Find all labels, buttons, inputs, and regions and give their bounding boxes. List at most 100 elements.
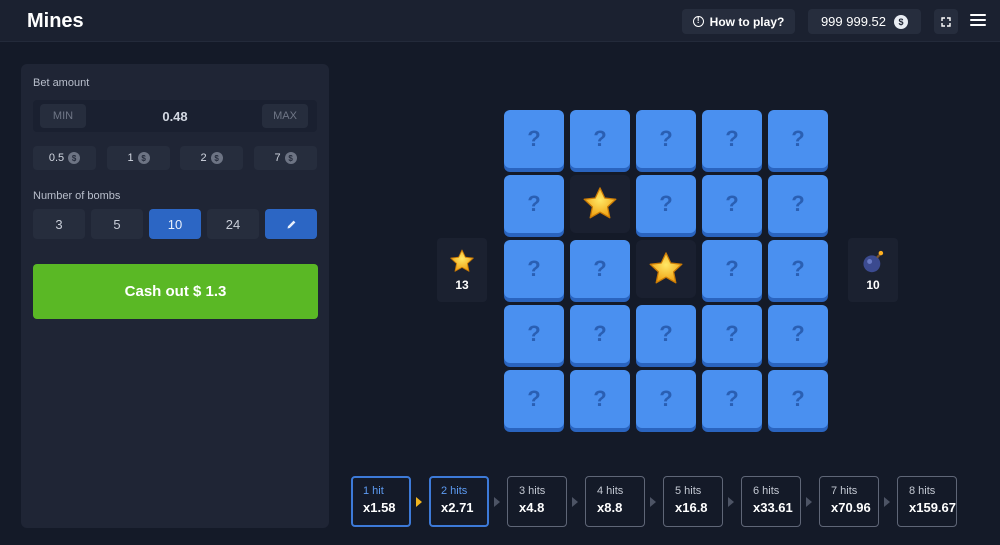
step-arrow-icon xyxy=(806,497,812,507)
hidden-tile[interactable]: ? xyxy=(636,110,696,168)
question-mark: ? xyxy=(593,256,607,281)
hidden-tile[interactable]: ? xyxy=(504,240,564,298)
hits-label: 2 hits xyxy=(441,485,468,497)
hidden-tile[interactable]: ? xyxy=(768,240,828,298)
step-arrow-icon xyxy=(728,497,734,507)
chip-7[interactable]: 7 $ xyxy=(254,146,317,170)
question-mark: ? xyxy=(725,386,739,411)
hits-label: 6 hits xyxy=(753,485,780,497)
hidden-tile[interactable]: ? xyxy=(768,175,828,233)
multiplier-value: x16.8 xyxy=(675,500,708,515)
hidden-tile[interactable]: ? xyxy=(768,305,828,363)
hidden-tile[interactable]: ? xyxy=(504,305,564,363)
fullscreen-button[interactable] xyxy=(934,9,958,34)
multiplier-value: x4.8 xyxy=(519,500,545,515)
custom-bombs-button[interactable] xyxy=(265,209,317,239)
question-mark: ? xyxy=(725,126,739,151)
hidden-tile[interactable]: ? xyxy=(768,110,828,168)
multiplier-step: 3 hits x4.8 xyxy=(507,476,567,527)
question-mark: ? xyxy=(593,321,607,346)
bombs-option-10[interactable]: 10 xyxy=(149,209,201,239)
question-mark: ? xyxy=(527,126,541,151)
chip-1[interactable]: 1 $ xyxy=(107,146,170,170)
hidden-tile[interactable]: ? xyxy=(702,240,762,298)
hits-label: 1 hit xyxy=(363,485,384,497)
app-title: Mines xyxy=(27,10,84,32)
hidden-tile[interactable]: ? xyxy=(636,175,696,233)
hidden-tile[interactable]: ? xyxy=(636,370,696,428)
hidden-tile[interactable]: ? xyxy=(504,175,564,233)
min-bet-button[interactable]: MIN xyxy=(40,104,86,128)
step-arrow-icon xyxy=(416,497,422,507)
bombs-option-5[interactable]: 5 xyxy=(91,209,143,239)
hits-label: 3 hits xyxy=(519,485,546,497)
hidden-tile[interactable]: ? xyxy=(570,305,630,363)
bombs-total-count: 10 xyxy=(866,278,880,292)
multiplier-value: x8.8 xyxy=(597,500,623,515)
bombs-option-3[interactable]: 3 xyxy=(33,209,85,239)
hidden-tile[interactable]: ? xyxy=(504,370,564,428)
multiplier-value: x2.71 xyxy=(441,500,474,515)
max-bet-button[interactable]: MAX xyxy=(262,104,308,128)
question-mark: ? xyxy=(659,386,673,411)
question-mark: ? xyxy=(659,321,673,346)
step-arrow-icon xyxy=(572,497,578,507)
multiplier-value: x1.58 xyxy=(363,500,396,515)
question-mark: ? xyxy=(593,386,607,411)
hidden-tile[interactable]: ? xyxy=(570,110,630,168)
multiplier-step: 2 hits x2.71 xyxy=(429,476,489,527)
star-icon xyxy=(581,185,619,223)
hamburger-menu-icon[interactable] xyxy=(970,12,986,28)
dollar-coin-icon: $ xyxy=(894,14,909,29)
revealed-star-tile[interactable] xyxy=(570,175,630,233)
bombs-option-24[interactable]: 24 xyxy=(207,209,259,239)
bomb-icon xyxy=(863,250,884,273)
question-mark: ? xyxy=(725,321,739,346)
hidden-tile[interactable]: ? xyxy=(702,370,762,428)
chip-0-5[interactable]: 0.5 $ xyxy=(33,146,96,170)
step-arrow-icon xyxy=(650,497,656,507)
hits-label: 5 hits xyxy=(675,485,702,497)
hidden-tile[interactable]: ? xyxy=(504,110,564,168)
how-to-play-label: How to play? xyxy=(709,14,785,29)
hidden-tile[interactable]: ? xyxy=(702,110,762,168)
star-icon xyxy=(450,249,474,272)
bet-amount-value[interactable]: 0.48 xyxy=(129,100,221,132)
number-of-bombs-label: Number of bombs xyxy=(33,190,121,202)
chip-label: 0.5 xyxy=(48,152,65,164)
how-to-play-button[interactable]: ! How to play? xyxy=(682,9,795,34)
chip-label: 7 xyxy=(274,152,281,164)
hidden-tile[interactable]: ? xyxy=(702,175,762,233)
coin-icon: $ xyxy=(284,152,297,164)
info-icon: ! xyxy=(692,16,704,27)
chip-2[interactable]: 2 $ xyxy=(180,146,243,170)
bombs-total: 10 xyxy=(848,238,898,302)
question-mark: ? xyxy=(725,191,739,216)
multiplier-value: x33.61 xyxy=(753,500,793,515)
question-mark: ? xyxy=(527,386,541,411)
top-bar: Mines ! How to play? 999 999.52 $ xyxy=(0,0,1000,42)
pencil-icon xyxy=(287,220,295,228)
multiplier-step: 7 hits x70.96 xyxy=(819,476,879,527)
hidden-tile[interactable]: ? xyxy=(570,370,630,428)
bet-amount-label: Bet amount xyxy=(33,77,90,89)
bet-amount-input: MIN 0.48 MAX xyxy=(33,100,317,132)
question-mark: ? xyxy=(791,321,805,346)
hidden-tile[interactable]: ? xyxy=(636,305,696,363)
hidden-tile[interactable]: ? xyxy=(570,240,630,298)
hidden-tile[interactable]: ? xyxy=(702,305,762,363)
cash-out-button[interactable]: Cash out $ 1.3 xyxy=(33,264,318,319)
question-mark: ? xyxy=(527,191,541,216)
revealed-star-tile[interactable] xyxy=(636,240,696,298)
star-icon xyxy=(647,250,685,288)
hidden-tile[interactable]: ? xyxy=(768,370,828,428)
multiplier-step: 5 hits x16.8 xyxy=(663,476,723,527)
multiplier-value: x159.67 xyxy=(909,500,956,515)
hits-label: 4 hits xyxy=(597,485,624,497)
question-mark: ? xyxy=(791,126,805,151)
chip-label: 2 xyxy=(200,152,207,164)
multiplier-step: 1 hit x1.58 xyxy=(351,476,411,527)
stars-remaining: 13 xyxy=(437,238,487,302)
multiplier-value: x70.96 xyxy=(831,500,871,515)
question-mark: ? xyxy=(725,256,739,281)
